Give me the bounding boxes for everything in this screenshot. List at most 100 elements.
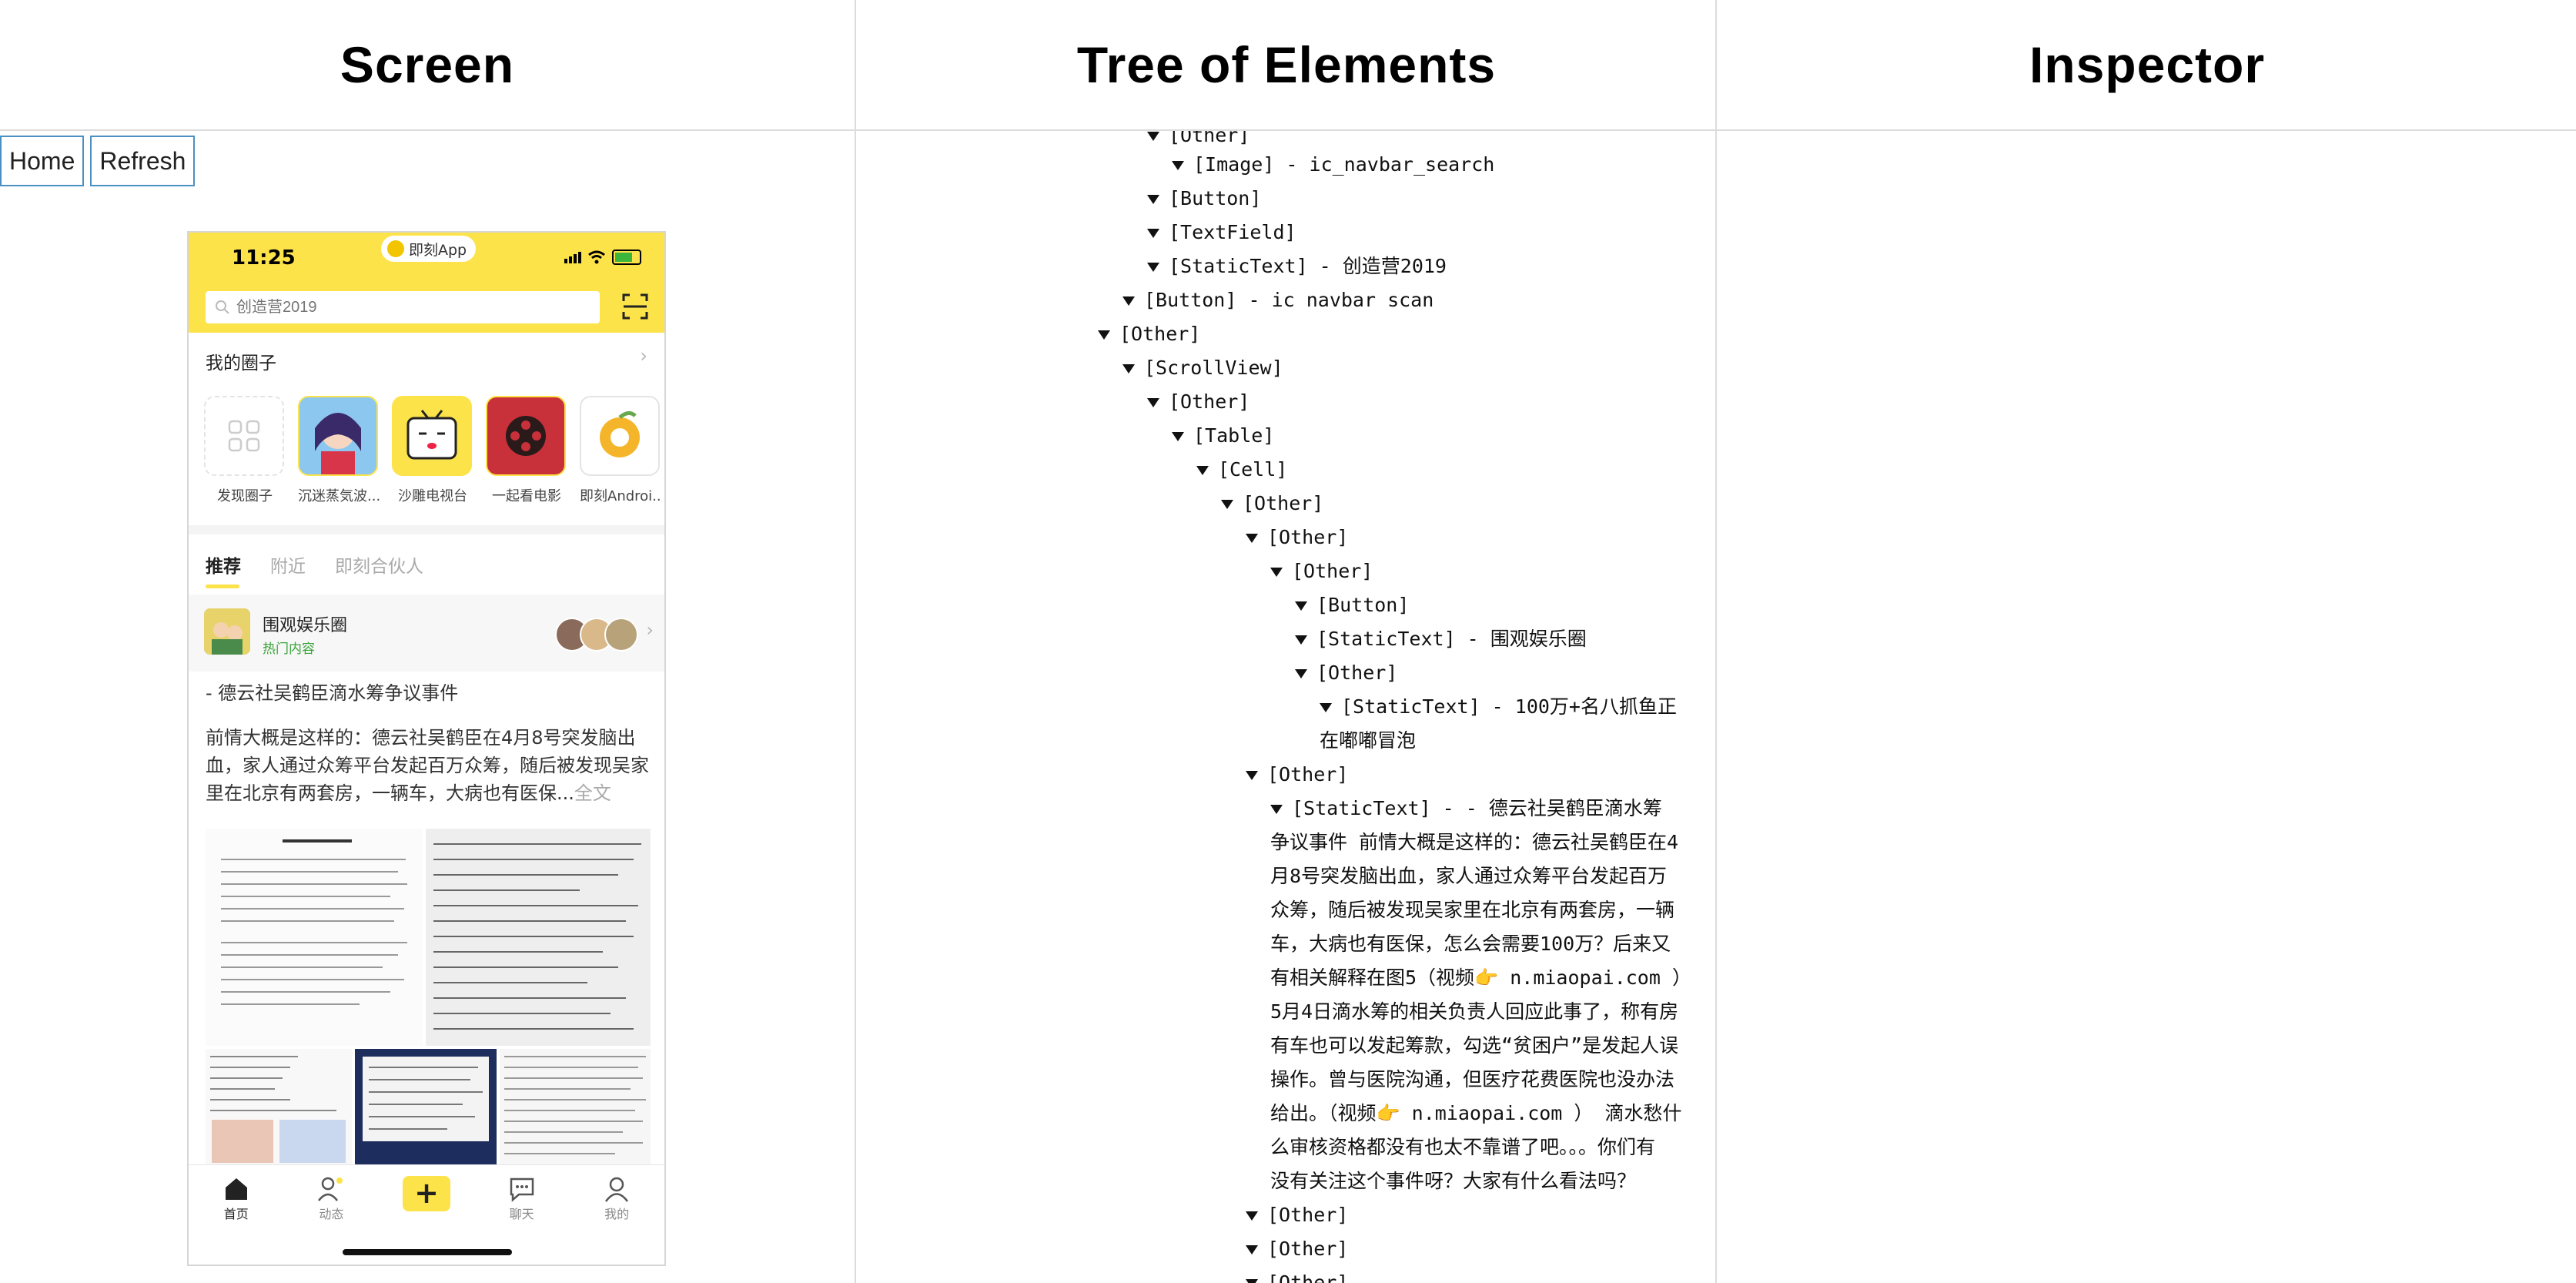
feed-tabs: 推荐 附近 即刻合伙人 [206, 551, 423, 588]
expand-triangle-icon [1098, 330, 1110, 340]
circle-list: 发现圈子 沉迷蒸気波... 沙雕电视台 一起看电影 即刻Androi... [204, 396, 661, 505]
tabbar-label: 首页 [223, 1207, 249, 1221]
expand-triangle-icon [1246, 1211, 1258, 1221]
refresh-button[interactable]: Refresh [90, 136, 196, 186]
circle-avatar [204, 608, 250, 655]
tree-node[interactable]: [StaticText] - - 德云社吴鹤臣滴水筹 [1270, 792, 1662, 826]
circle-label: 发现圈子 [217, 488, 273, 504]
post-image-3[interactable] [206, 1049, 352, 1166]
circle-label: 沙雕电视台 [398, 488, 467, 504]
element-tree[interactable]: [Other] [Image] - ic_navbar_search [Butt… [856, 131, 1717, 1283]
tree-node[interactable]: [Other] [1270, 554, 1373, 588]
tabbar-profile[interactable]: 我的 [582, 1174, 651, 1265]
battery-icon [612, 250, 641, 265]
post-image-2[interactable] [426, 829, 651, 1046]
film-reel-icon [486, 396, 566, 476]
app-pill: 即刻App [381, 236, 477, 262]
tabbar-label: 我的 [604, 1207, 630, 1221]
post-body[interactable]: - 德云社吴鹤臣滴水筹争议事件 前情大概是这样的：德云社吴鹤臣在4月8号突发脑出… [206, 679, 652, 807]
tree-node[interactable]: [Button] [1147, 182, 1261, 216]
tree-node[interactable]: [Other] [1246, 758, 1348, 792]
inspector-header: Inspector [1717, 0, 2576, 131]
tree-node[interactable]: [Image] - ic_navbar_search [1172, 148, 1494, 182]
expand-triangle-icon [1320, 703, 1332, 712]
read-more-link[interactable]: 全文 [574, 782, 611, 804]
circle-item-movies[interactable]: 一起看电影 [486, 396, 567, 505]
tree-panel: Tree of Elements [Other] [Image] - ic_na… [855, 0, 1717, 1283]
search-input[interactable] [230, 297, 561, 317]
tree-node[interactable]: [Other] [1295, 656, 1397, 690]
post-text: 前情大概是这样的：德云社吴鹤臣在4月8号突发脑出血，家人通过众筹平台发起百万众筹… [206, 727, 649, 804]
tab-partners[interactable]: 即刻合伙人 [335, 551, 423, 578]
tree-node[interactable]: [Other] [1147, 385, 1250, 419]
expand-triangle-icon [1246, 1279, 1258, 1283]
wifi-icon [588, 250, 605, 264]
tabbar-home[interactable]: 首页 [202, 1174, 271, 1265]
tree-node[interactable]: [Other] [1246, 521, 1348, 554]
expand-triangle-icon [1246, 1245, 1258, 1255]
search-box[interactable] [206, 291, 600, 323]
scan-icon[interactable] [621, 293, 649, 320]
post-image-5[interactable] [500, 1049, 651, 1166]
app-logo-icon [387, 240, 404, 257]
chevron-right-icon[interactable]: › [640, 345, 647, 367]
tree-node[interactable]: [Other] [1246, 1198, 1348, 1232]
device-screen: 11:25 即刻App 我的圈子 › 发现圈子 [187, 231, 666, 1266]
expand-triangle-icon [1147, 132, 1159, 141]
expand-triangle-icon [1246, 771, 1258, 780]
expand-triangle-icon [1147, 195, 1159, 204]
tree-node[interactable]: [TextField] [1147, 216, 1296, 250]
tree-node[interactable]: [Cell] [1196, 453, 1287, 487]
tree-node-text: 争议事件 前情大概是这样的：德云社吴鹤臣在4 月8号突发脑出血，家人通过众筹平台… [1270, 831, 1691, 1192]
tree-node[interactable]: [Button] [1295, 588, 1409, 622]
toolbar: Home Refresh [0, 136, 196, 186]
circle-item-shadiao-tv[interactable]: 沙雕电视台 [392, 396, 473, 505]
status-icons [564, 250, 641, 265]
circle-label: 沉迷蒸気波... [298, 488, 380, 504]
circle-item-vaporwave[interactable]: 沉迷蒸気波... [298, 396, 380, 505]
tree-node[interactable]: [Table] [1172, 419, 1274, 453]
tree-node[interactable]: [Other] [1246, 1266, 1348, 1283]
grid-icon [204, 396, 284, 476]
chevron-right-icon: › [646, 619, 654, 641]
search-icon [216, 300, 229, 314]
tree-header: Tree of Elements [856, 0, 1717, 131]
tree-node[interactable]: [Button] - ic navbar scan [1122, 283, 1434, 317]
expand-triangle-icon [1270, 568, 1283, 577]
plus-icon: + [402, 1176, 450, 1211]
tree-node[interactable]: [Other] [1098, 317, 1200, 351]
anime-icon [298, 396, 378, 476]
expand-triangle-icon [1122, 364, 1135, 374]
post-image-1[interactable] [206, 829, 423, 1046]
circle-title: 围观娱乐圈 [263, 616, 348, 635]
expand-triangle-icon [1295, 601, 1307, 611]
circle-label: 即刻Androi... [580, 488, 661, 504]
expand-triangle-icon [1172, 161, 1184, 170]
circle-subtitle: 热门内容 [263, 642, 315, 657]
home-button[interactable]: Home [0, 136, 85, 186]
expand-triangle-icon [1122, 296, 1135, 306]
status-time: 11:25 [232, 246, 296, 270]
android-icon [580, 396, 660, 476]
feed-circle-header[interactable]: 围观娱乐圈 热门内容 › [189, 595, 664, 672]
tree-node[interactable]: [Other] [1246, 1232, 1348, 1266]
tree-node[interactable]: [StaticText] - 100万+名八抓鱼正 [1320, 690, 1677, 724]
tree-node[interactable]: [Other] [1221, 487, 1323, 521]
tree-node[interactable]: [ScrollView] [1122, 351, 1283, 385]
tree-node[interactable]: [StaticText] - 围观娱乐圈 [1295, 622, 1587, 656]
circle-item-android[interactable]: 即刻Androi... [580, 396, 661, 505]
tab-nearby[interactable]: 附近 [270, 551, 306, 578]
home-icon [202, 1174, 271, 1204]
tree-node[interactable]: [StaticText] - 创造营2019 [1147, 250, 1447, 283]
expand-triangle-icon [1147, 229, 1159, 238]
expand-triangle-icon [1270, 805, 1283, 814]
post-image-4[interactable] [355, 1049, 497, 1166]
tab-recommend[interactable]: 推荐 [206, 551, 241, 588]
tv-face-icon [392, 396, 472, 476]
signal-icon [564, 251, 581, 263]
circle-item-discover[interactable]: 发现圈子 [204, 396, 286, 505]
expand-triangle-icon [1295, 669, 1307, 678]
app-pill-label: 即刻App [409, 241, 467, 259]
tabbar-label: 聊天 [509, 1207, 534, 1221]
tree-node-continuation: 在嘟嘟冒泡 [1320, 729, 1417, 752]
